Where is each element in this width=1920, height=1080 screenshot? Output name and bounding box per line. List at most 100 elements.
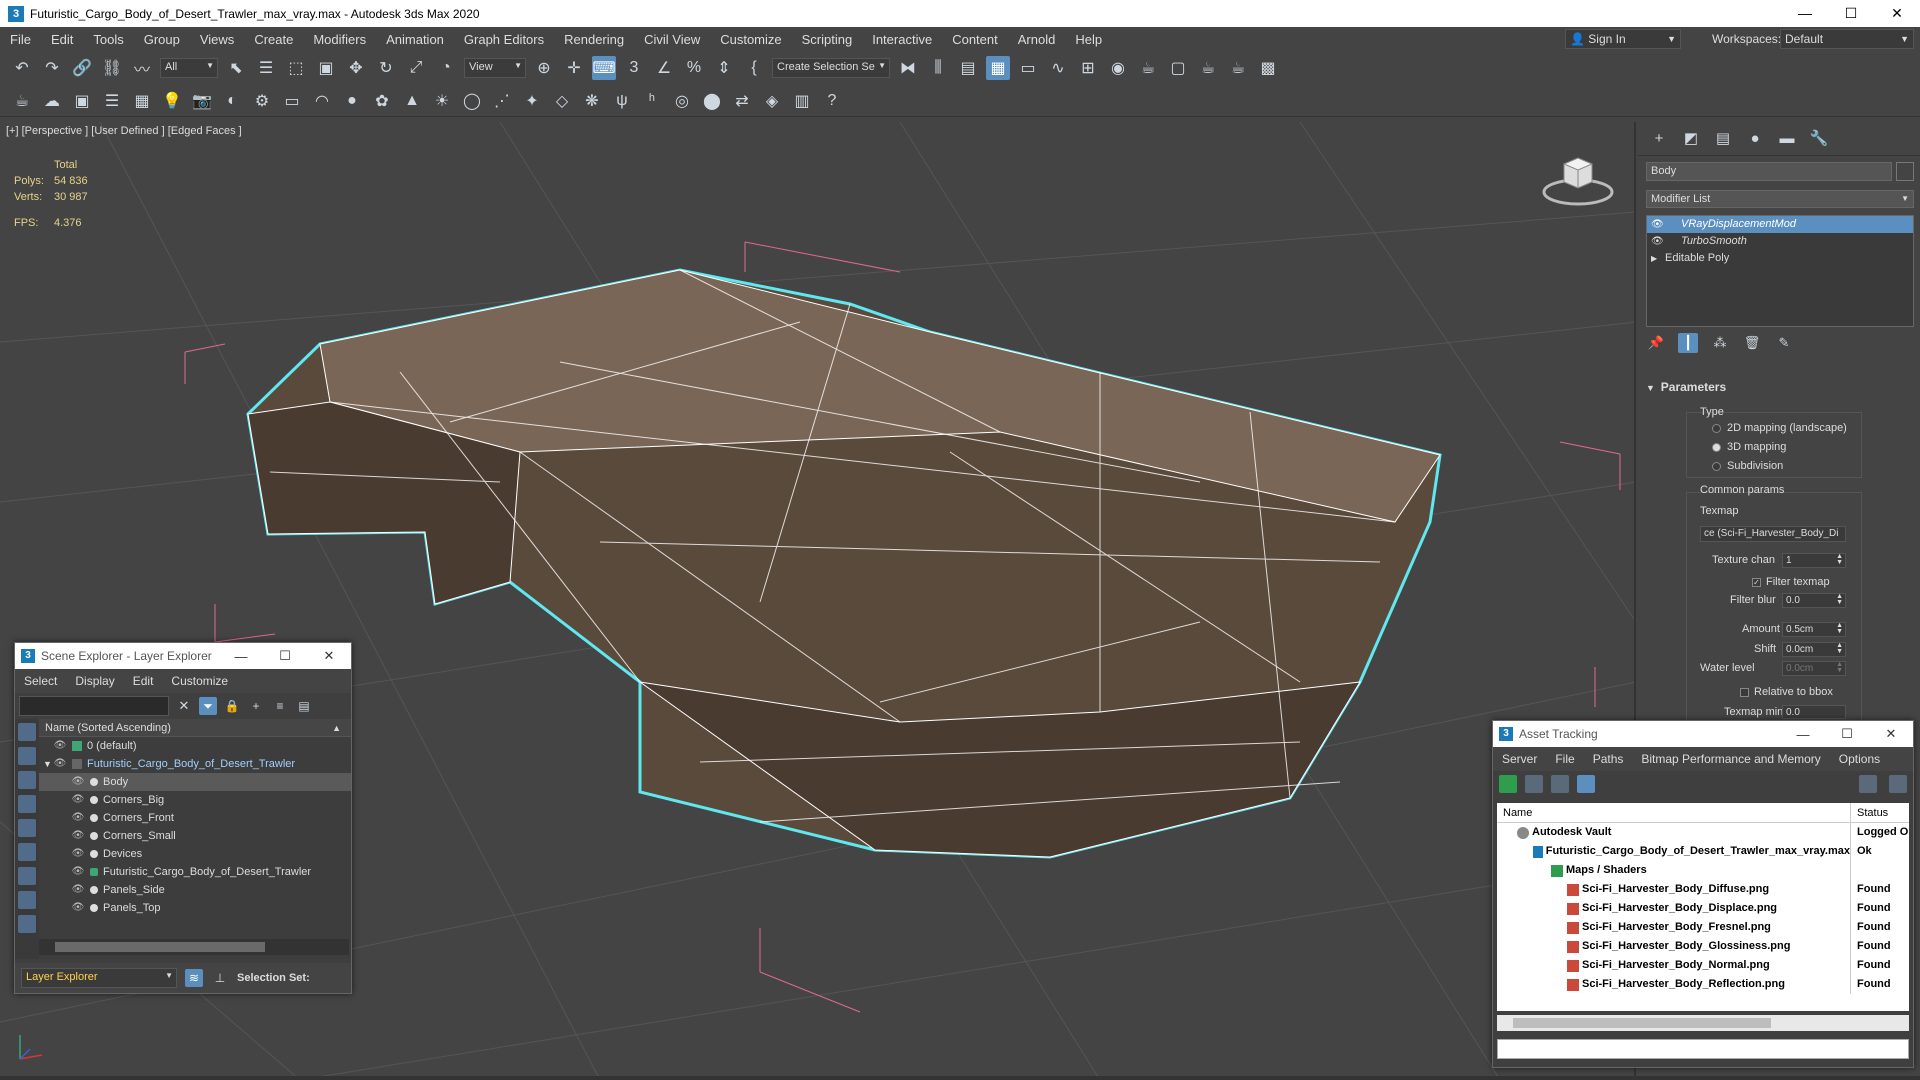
status-column-header[interactable]: Status xyxy=(1851,803,1909,822)
pivot-center-icon[interactable]: ⊕ xyxy=(532,56,556,80)
texmap-button[interactable]: ce (Sci-Fi_Harvester_Body_Di xyxy=(1700,526,1846,542)
menu-edit[interactable]: Edit xyxy=(41,32,83,47)
ies-light-icon[interactable]: ▲ xyxy=(400,89,424,113)
tree-row[interactable]: 👁 Corners_Front xyxy=(39,809,351,827)
workspace-dropdown[interactable]: Default ▼ xyxy=(1780,29,1914,49)
stack-item[interactable]: 👁 VRayDisplacementMod xyxy=(1647,216,1913,233)
tree-row[interactable]: 👁 Body xyxy=(39,773,351,791)
ribbon-toggle-icon[interactable]: ▭ xyxy=(1016,56,1040,80)
fur-icon[interactable]: ⋰ xyxy=(490,89,514,113)
table-view-icon[interactable] xyxy=(1577,775,1595,793)
menu-content[interactable]: Content xyxy=(942,32,1008,47)
help-icon[interactable] xyxy=(1859,775,1877,793)
tree-row[interactable]: 👁 Futuristic_Cargo_Body_of_Desert_Trawle… xyxy=(39,863,351,881)
name-column-header[interactable]: Name xyxy=(1497,803,1851,822)
radio-button[interactable] xyxy=(1712,423,1721,433)
scene-explorer-window[interactable]: 3 Scene Explorer - Layer Explorer — ☐ ✕ … xyxy=(14,642,352,994)
eye-icon[interactable]: 👁 xyxy=(71,827,85,845)
window-crossing-icon[interactable]: ▣ xyxy=(314,56,338,80)
layer-mode-icon[interactable]: ≋ xyxy=(185,969,203,987)
light-lister-icon[interactable]: 💡 xyxy=(160,89,184,113)
display-geometry-icon[interactable] xyxy=(18,723,36,741)
spinner-arrows-icon[interactable]: ▲ ▼ xyxy=(1836,593,1843,606)
schematic-view-icon[interactable]: ⊞ xyxy=(1076,56,1100,80)
table-row[interactable]: Sci-Fi_Harvester_Body_Reflection.png Fou… xyxy=(1497,975,1909,994)
bind-spacewarp-icon[interactable]: 〰 xyxy=(130,56,154,80)
dome-light-icon[interactable]: ◠ xyxy=(310,89,334,113)
filter-texmap-checkbox[interactable]: ✓ Filter texmap xyxy=(1752,576,1830,588)
find-input[interactable] xyxy=(19,696,169,716)
eye-icon[interactable]: 👁 xyxy=(71,863,85,881)
maximize-button[interactable]: ☐ xyxy=(1828,0,1874,27)
ambient-light-icon[interactable]: ◯ xyxy=(460,89,484,113)
move-icon[interactable]: ✥ xyxy=(344,56,368,80)
eye-icon[interactable]: 👁 xyxy=(71,773,85,791)
menu-file[interactable]: File xyxy=(0,32,41,47)
redo-icon[interactable]: ↷ xyxy=(40,56,64,80)
show-end-result-icon[interactable]: ┃ xyxy=(1678,333,1698,353)
viewcube-icon[interactable] xyxy=(1540,152,1616,208)
minimize-button[interactable]: — xyxy=(219,649,263,664)
select-manipulate-icon[interactable]: ✛ xyxy=(562,56,586,80)
sphere-light-icon[interactable]: ● xyxy=(340,89,364,113)
radio-button[interactable] xyxy=(1712,461,1721,471)
rendered-frame-window-icon[interactable]: ▢ xyxy=(1166,56,1190,80)
table-row[interactable]: Sci-Fi_Harvester_Body_Normal.png Found xyxy=(1497,956,1909,975)
select-by-name-icon[interactable]: ☰ xyxy=(254,56,278,80)
pin-stack-icon[interactable]: 📌 xyxy=(1646,333,1666,353)
menu-graph-editors[interactable]: Graph Editors xyxy=(454,32,554,47)
edit-named-selection-icon[interactable]: { xyxy=(742,56,766,80)
link-icon[interactable]: 🔗 xyxy=(70,56,94,80)
object-properties-icon[interactable]: ▥ xyxy=(790,89,814,113)
object-name-field[interactable]: Body xyxy=(1646,162,1892,181)
scale-icon[interactable]: ⤢ xyxy=(404,56,428,80)
unlink-icon[interactable]: ⛓ xyxy=(100,56,124,80)
eye-icon[interactable]: 👁 xyxy=(71,881,85,899)
cloud-icon[interactable]: ☁ xyxy=(40,89,64,113)
eye-icon[interactable]: 👁 xyxy=(71,791,85,809)
chevron-right-icon[interactable]: ▶ xyxy=(1651,250,1665,267)
display-groups-icon[interactable] xyxy=(18,867,36,885)
spinner-arrows-icon[interactable]: ▲ ▼ xyxy=(1836,622,1843,635)
frame-buffer-icon[interactable]: ▣ xyxy=(70,89,94,113)
hierarchy-tab-icon[interactable]: ▤ xyxy=(1712,128,1734,150)
display-bones-icon[interactable] xyxy=(18,915,36,933)
material-converter-icon[interactable]: ⇄ xyxy=(730,89,754,113)
radio-button[interactable] xyxy=(1712,442,1721,452)
eye-icon[interactable]: 👁 xyxy=(71,809,85,827)
plane-icon[interactable]: ◇ xyxy=(550,89,574,113)
eye-icon[interactable]: 👁 xyxy=(71,899,85,917)
at-menu-paths[interactable]: Paths xyxy=(1584,752,1633,766)
table-row[interactable]: Autodesk Vault Logged O xyxy=(1497,823,1909,842)
display-spacewarps-icon[interactable] xyxy=(18,843,36,861)
lock-icon[interactable]: 🔒 xyxy=(223,697,241,715)
undo-icon[interactable]: ↶ xyxy=(10,56,34,80)
tree-row[interactable]: 👁 Panels_Side xyxy=(39,881,351,899)
se-menu-select[interactable]: Select xyxy=(15,674,66,688)
close-button[interactable]: ✕ xyxy=(1874,0,1920,27)
utilities-tab-icon[interactable]: 🔧 xyxy=(1808,128,1830,150)
table-row[interactable]: Sci-Fi_Harvester_Body_Displace.png Found xyxy=(1497,899,1909,918)
relative-to-bbox-checkbox[interactable]: Relative to bbox xyxy=(1740,686,1833,698)
scene-explorer-titlebar[interactable]: 3 Scene Explorer - Layer Explorer — ☐ ✕ xyxy=(15,643,351,669)
scene-explorer-toggle-icon[interactable]: ▤ xyxy=(956,56,980,80)
angle-snap-icon[interactable]: ∠ xyxy=(652,56,676,80)
table-icon[interactable]: ▦ xyxy=(130,89,154,113)
sun-icon[interactable]: ☀ xyxy=(430,89,454,113)
tree-row[interactable]: 👁 Panels_Top xyxy=(39,899,351,917)
sphere-half-icon[interactable]: ◐ xyxy=(220,89,244,113)
scrollbar-thumb[interactable] xyxy=(55,942,265,952)
remove-modifier-icon[interactable]: 🗑 xyxy=(1742,333,1762,353)
rect-selection-icon[interactable]: ⬚ xyxy=(284,56,308,80)
thumbnail-view-icon[interactable] xyxy=(1551,775,1569,793)
eye-icon[interactable]: 👁 xyxy=(53,755,67,773)
named-selection-set-dropdown[interactable]: Create Selection Se ▼ xyxy=(772,58,890,78)
menu-rendering[interactable]: Rendering xyxy=(554,32,634,47)
menu-help[interactable]: Help xyxy=(1065,32,1112,47)
rotate-icon[interactable]: ↻ xyxy=(374,56,398,80)
modifier-list-dropdown[interactable]: Modifier List ▼ xyxy=(1646,190,1914,208)
stack-item[interactable]: ▶ Editable Poly xyxy=(1647,250,1913,267)
filter-icon[interactable]: ⏷ xyxy=(199,697,217,715)
make-unique-icon[interactable]: ⁂ xyxy=(1710,333,1730,353)
water-level-spinner[interactable]: 0.0cm ▲ ▼ xyxy=(1782,661,1846,676)
